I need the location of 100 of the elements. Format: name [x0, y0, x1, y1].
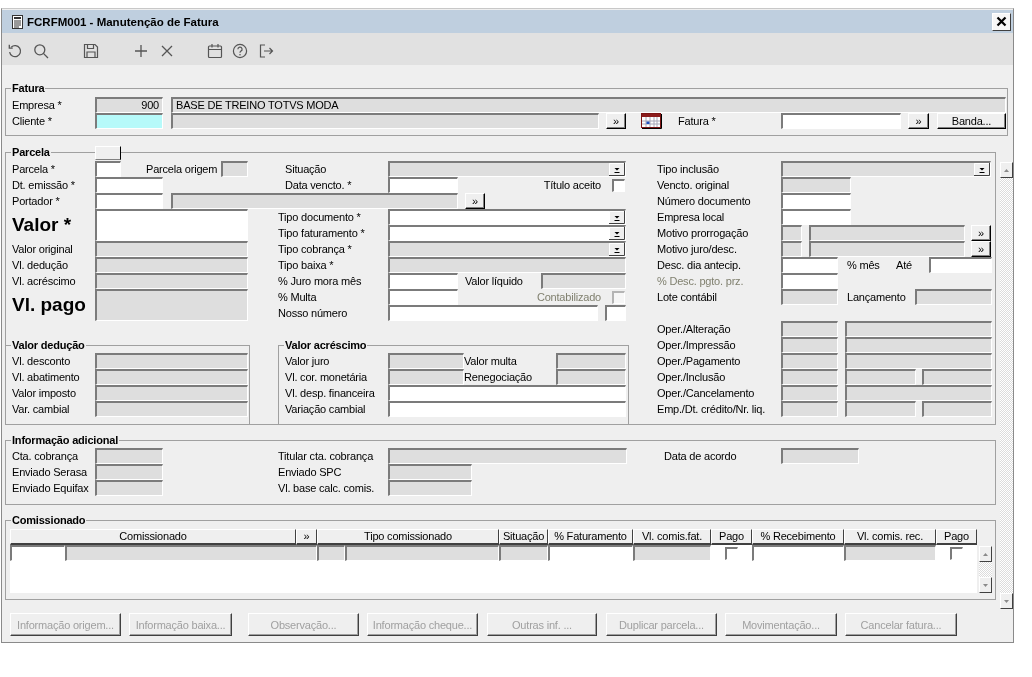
- input-field[interactable]: [388, 177, 458, 193]
- field-label: Parcela origem: [146, 162, 219, 176]
- field-label: Vl. acréscimo: [12, 274, 77, 288]
- field-label: Situação: [285, 162, 328, 176]
- field-label: Parcela *: [12, 162, 56, 176]
- checkbox[interactable]: [612, 178, 625, 192]
- group-title: Fatura: [11, 81, 46, 95]
- field-label: Número documento: [657, 194, 752, 208]
- lookup-button[interactable]: »: [971, 225, 991, 241]
- caret-icon[interactable]: [609, 227, 625, 240]
- lookup-button[interactable]: »: [465, 193, 485, 209]
- input-field[interactable]: [781, 193, 851, 209]
- field-label: Vencto. original: [657, 178, 731, 192]
- field-label: Vl. desp. financeira: [285, 386, 376, 400]
- field-label: Desc. dia antecip.: [657, 258, 742, 272]
- input-field[interactable]: [95, 177, 163, 193]
- input-field[interactable]: [388, 385, 626, 401]
- input-field[interactable]: [95, 113, 163, 129]
- caret-icon[interactable]: [609, 211, 625, 224]
- document-icon: [12, 14, 23, 29]
- undo-icon[interactable]: [7, 43, 23, 59]
- field-label: Variação cambial: [285, 402, 367, 416]
- field-label: Oper./Pagamento: [657, 354, 742, 368]
- input-field[interactable]: [781, 113, 901, 129]
- field-label: Data de acordo: [664, 449, 738, 463]
- field-label: Tipo faturamento *: [278, 226, 366, 240]
- up-arrow-icon: [983, 552, 988, 556]
- field-label: Tipo cobrança *: [278, 242, 353, 256]
- banda-button[interactable]: Banda...: [937, 113, 1006, 129]
- dropdown-field[interactable]: [388, 225, 626, 241]
- vertical-scrollbar[interactable]: [979, 546, 992, 593]
- input-field[interactable]: [95, 161, 121, 177]
- field-label: Valor multa: [464, 354, 518, 368]
- scroll-up-button[interactable]: [1000, 162, 1013, 178]
- lookup-button[interactable]: »: [606, 113, 626, 129]
- field-label: Vl. base calc. comis.: [278, 481, 376, 495]
- search-icon[interactable]: [33, 43, 49, 59]
- blank-button[interactable]: [95, 146, 121, 160]
- group-title: Informação adicional: [11, 433, 120, 447]
- group-title: Parcela: [11, 145, 51, 159]
- help-icon[interactable]: [232, 43, 248, 59]
- window-title: FCRFM001 - Manutenção de Fatura: [27, 15, 219, 28]
- grid-cell[interactable]: [752, 545, 844, 561]
- scroll-down-button[interactable]: [1000, 593, 1013, 609]
- input-field[interactable]: [605, 305, 626, 321]
- field-label: Enviado Equifax: [12, 481, 90, 495]
- field-label: Cliente *: [12, 114, 53, 128]
- grid-cell[interactable]: [548, 545, 633, 561]
- field-label: Empresa local: [657, 210, 726, 224]
- field-label: Valor *: [12, 214, 73, 236]
- lookup-button[interactable]: »: [908, 113, 929, 129]
- exit-icon[interactable]: [258, 43, 274, 59]
- field-label: Valor líquido: [465, 274, 524, 288]
- input-field[interactable]: [95, 209, 248, 241]
- cross-icon[interactable]: [159, 43, 175, 59]
- vertical-scrollbar[interactable]: [1000, 162, 1013, 609]
- field-label: Vl. dedução: [12, 258, 69, 272]
- field-label: Contabilizado: [535, 290, 601, 304]
- field-label: Oper./Cancelamento: [657, 386, 756, 400]
- input-field[interactable]: [781, 209, 851, 225]
- down-arrow-icon: [1004, 599, 1009, 603]
- field-label: Lote contábil: [657, 290, 718, 304]
- input-field[interactable]: [781, 273, 838, 289]
- lookup-button[interactable]: »: [971, 241, 991, 257]
- field-label: Vl. pago: [12, 294, 87, 316]
- field-label: Lançamento: [847, 290, 907, 304]
- field-label: Oper./Inclusão: [657, 370, 727, 384]
- scroll-up-button[interactable]: [979, 546, 992, 562]
- calendar-icon[interactable]: [641, 113, 662, 129]
- scroll-down-button[interactable]: [979, 577, 992, 593]
- field-label: Oper./Impressão: [657, 338, 737, 352]
- input-field[interactable]: [388, 305, 598, 321]
- plus-icon[interactable]: [133, 43, 149, 59]
- input-field[interactable]: [388, 401, 626, 417]
- floppy-disk-icon[interactable]: [83, 43, 99, 59]
- field-label: Motivo juro/desc.: [657, 242, 738, 256]
- field-label: Titular cta. cobrança: [278, 449, 375, 463]
- down-arrow-icon: [983, 583, 988, 587]
- grid-cell[interactable]: [10, 545, 65, 561]
- input-field[interactable]: [388, 289, 458, 305]
- input-field[interactable]: [929, 257, 992, 273]
- input-field[interactable]: [95, 193, 163, 209]
- up-arrow-icon: [1004, 168, 1009, 172]
- field-label: Vl. cor. monetária: [285, 370, 368, 384]
- field-label: Vl. desconto: [12, 354, 72, 368]
- close-button[interactable]: [992, 12, 1011, 31]
- field-label: Empresa *: [12, 98, 63, 112]
- group-title: Comissionado: [11, 513, 87, 527]
- input-field[interactable]: [781, 257, 838, 273]
- dropdown-field[interactable]: [388, 209, 626, 225]
- field-label: Valor original: [12, 242, 74, 256]
- field-label: Até: [896, 258, 913, 272]
- field-label: Tipo documento *: [278, 210, 362, 224]
- field-label: Valor juro: [285, 354, 331, 368]
- field-label: Motivo prorrogação: [657, 226, 750, 240]
- input-field[interactable]: [388, 273, 458, 289]
- field-label: Cta. cobrança: [12, 449, 79, 463]
- field-label: Título aceito: [542, 178, 601, 192]
- field-label: % Desc. pgto. prz.: [657, 274, 745, 288]
- field-label: Enviado SPC: [278, 465, 343, 479]
